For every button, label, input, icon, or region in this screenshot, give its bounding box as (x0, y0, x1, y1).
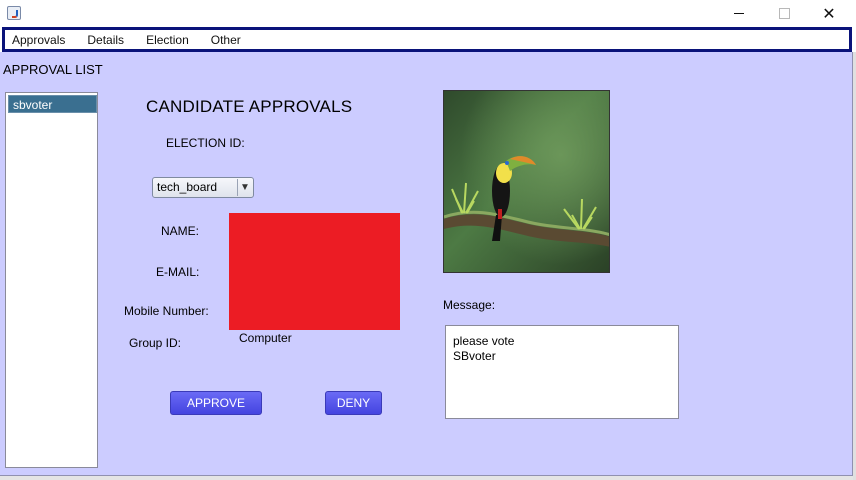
main-panel (0, 52, 853, 476)
approve-button[interactable]: APPROVE (170, 391, 262, 415)
mobile-number-label: Mobile Number: (124, 304, 209, 318)
message-line: SBvoter (453, 349, 496, 363)
java-app-icon (7, 6, 21, 20)
list-item[interactable]: sbvoter (8, 95, 97, 113)
message-textarea[interactable]: please vote SBvoter (445, 325, 679, 419)
dropdown-arrow-icon[interactable]: ▼ (237, 179, 252, 196)
title-bar: ✕ (0, 0, 856, 27)
menu-bar: Approvals Details Election Other (2, 27, 852, 52)
group-id-value: Computer (239, 331, 292, 345)
menu-approvals[interactable]: Approvals (6, 33, 71, 47)
election-id-label: ELECTION ID: (166, 136, 245, 150)
group-id-label: Group ID: (129, 336, 182, 350)
maximize-button[interactable] (761, 0, 807, 27)
message-line: please vote (453, 334, 515, 348)
redacted-details-box (229, 213, 400, 330)
approval-list[interactable]: sbvoter (5, 92, 98, 468)
close-button[interactable]: ✕ (806, 0, 852, 27)
message-label: Message: (443, 298, 496, 312)
menu-other[interactable]: Other (205, 33, 247, 47)
email-label: E-MAIL: (156, 265, 200, 279)
page-title: CANDIDATE APPROVALS (146, 97, 353, 116)
minimize-button[interactable] (716, 0, 762, 27)
menu-details[interactable]: Details (81, 33, 130, 47)
close-icon: ✕ (822, 4, 836, 23)
menu-election[interactable]: Election (140, 33, 195, 47)
candidate-photo (443, 90, 610, 273)
election-id-select[interactable]: tech_board ▼ (152, 177, 254, 198)
election-id-value: tech_board (157, 180, 218, 194)
window-bottom-edge (0, 476, 853, 480)
application-window: ✕ Approvals Details Election Other APPRO… (0, 0, 856, 480)
deny-button[interactable]: DENY (325, 391, 382, 415)
name-label: NAME: (161, 224, 200, 238)
approval-list-label: APPROVAL LIST (3, 62, 103, 77)
